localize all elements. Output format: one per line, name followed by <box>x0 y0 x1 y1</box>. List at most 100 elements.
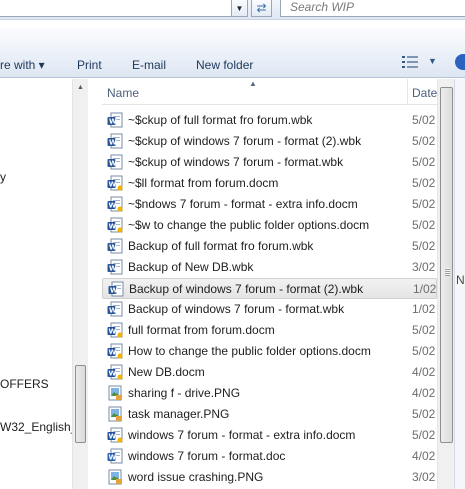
file-name: How to change the public folder options.… <box>128 344 371 358</box>
file-row[interactable]: W ~$ll format from forum.docm 5/02 <box>102 173 437 194</box>
file-row[interactable]: W ~$w to change the public folder options… <box>102 215 437 236</box>
svg-text:W: W <box>109 328 117 336</box>
file-date: 3/02 <box>412 260 436 274</box>
command-bar: re with ▾ Print E-mail New folder <box>0 28 465 78</box>
file-row[interactable]: W New DB.docm 4/02 <box>102 362 437 383</box>
docm-icon: W <box>107 175 123 191</box>
file-date: 5/02 <box>412 344 436 358</box>
svg-text:W: W <box>110 287 118 295</box>
refresh-button[interactable]: ⇄ <box>251 0 272 17</box>
file-name: ~$w to change the public folder options.… <box>128 218 370 232</box>
address-dropdown-button[interactable]: ▼ <box>231 0 248 17</box>
file-row[interactable]: W How to change the public folder options… <box>102 341 437 362</box>
details-view-icon <box>402 56 418 68</box>
file-row[interactable]: Wfull format from forum.docm 5/02 <box>102 320 437 341</box>
help-button[interactable] <box>455 54 465 70</box>
file-date: 5/02 <box>412 197 436 211</box>
email-button[interactable]: E-mail <box>132 56 166 75</box>
column-header: ▲ Name Date <box>102 79 437 105</box>
file-name: windows 7 forum - format.doc <box>128 449 286 463</box>
file-row[interactable]: W Backup of windows 7 forum - format (2).… <box>102 278 437 299</box>
details-pane-text: N <box>456 273 465 287</box>
docm-icon: W <box>107 364 123 380</box>
file-list-scrollbar[interactable] <box>437 79 454 489</box>
svg-text:W: W <box>109 433 117 441</box>
column-header-date[interactable]: Date <box>412 86 437 100</box>
column-divider[interactable] <box>407 79 408 105</box>
new-folder-button[interactable]: New folder <box>196 56 253 75</box>
png-icon <box>107 385 123 401</box>
doc-icon: W <box>107 448 123 464</box>
file-row[interactable]: W Backup of New DB.wbk 3/02 <box>102 257 437 278</box>
svg-text:W: W <box>109 118 117 126</box>
file-name: Backup of windows 7 forum - format (2).w… <box>129 282 364 296</box>
file-row[interactable]: task manager.PNG 5/02 <box>102 404 437 425</box>
file-name: windows 7 forum - format - extra info.do… <box>128 428 356 442</box>
nav-item[interactable]: y <box>0 170 6 184</box>
file-date: 5/02 <box>412 323 436 337</box>
file-row[interactable]: Wwindows 7 forum - format - extra info.d… <box>102 425 437 446</box>
navigation-scrollbar[interactable]: ▲ <box>72 79 88 489</box>
file-name: ~$ckup of full format fro forum.wbk <box>128 113 313 127</box>
file-row[interactable]: W Backup of windows 7 forum - format.wbk 1… <box>102 299 437 320</box>
file-date: 4/02 <box>412 386 436 400</box>
file-date: 5/02 <box>412 239 436 253</box>
details-pane: N <box>454 79 465 489</box>
file-date: 5/02 <box>412 218 436 232</box>
file-date: 1/02 <box>413 282 437 296</box>
file-name: Backup of New DB.wbk <box>128 260 254 274</box>
svg-text:W: W <box>109 349 117 357</box>
file-row[interactable]: W ~$ckup of windows 7 forum - format.wbk 5… <box>102 152 437 173</box>
scroll-up-icon[interactable]: ▲ <box>77 84 84 91</box>
wbk-icon: W <box>107 112 123 128</box>
column-header-name[interactable]: Name <box>107 86 139 100</box>
wbk-icon: W <box>107 301 123 317</box>
docm-icon: W <box>107 343 123 359</box>
svg-text:W: W <box>109 139 117 147</box>
svg-text:W: W <box>109 370 117 378</box>
file-date: 5/02 <box>412 113 436 127</box>
file-name: sharing f - drive.PNG <box>128 386 241 400</box>
file-row[interactable]: W ~$ckup of full format fro forum.wbk 5/02 <box>102 110 437 131</box>
nav-item-offers[interactable]: OFFERS <box>0 377 49 391</box>
file-date: 5/02 <box>412 134 436 148</box>
file-date: 3/02 <box>412 470 436 484</box>
file-date: 1/02 <box>412 302 436 316</box>
svg-text:W: W <box>109 307 117 315</box>
png-icon <box>107 406 123 422</box>
png-icon <box>107 469 123 485</box>
file-row[interactable]: word issue crashing.PNG 3/02 <box>102 467 437 488</box>
file-date: 4/02 <box>412 365 436 379</box>
wbk-icon: W <box>107 154 123 170</box>
file-name: task manager.PNG <box>128 407 230 421</box>
svg-text:W: W <box>109 181 117 189</box>
file-list-scroll-thumb[interactable] <box>440 87 453 443</box>
wbk-icon: W <box>107 259 123 275</box>
file-row[interactable]: sharing f - drive.PNG 4/02 <box>102 383 437 404</box>
change-view-button[interactable]: ▼ <box>402 56 438 72</box>
wbk-icon: W <box>107 238 123 254</box>
address-field[interactable] <box>0 0 232 17</box>
file-name: full format from forum.docm <box>128 323 275 337</box>
share-with-button[interactable]: re with ▾ <box>0 56 45 75</box>
file-row[interactable]: W Backup of full format fro forum.wbk 5/02 <box>102 236 437 257</box>
file-date: 5/02 <box>412 407 436 421</box>
address-bar: ▼ ⇄ Search WIP <box>0 0 465 20</box>
file-date: 4/02 <box>412 449 436 463</box>
refresh-icon: ⇄ <box>256 1 267 15</box>
svg-text:W: W <box>109 160 117 168</box>
docm-icon: W <box>107 196 123 212</box>
file-row[interactable]: W ~$ckup of windows 7 forum - format (2).… <box>102 131 437 152</box>
scroll-grip-icon <box>445 268 450 276</box>
navigation-scroll-thumb[interactable] <box>75 365 86 443</box>
nav-item-w32-english[interactable]: W32_English_1 <box>0 420 72 434</box>
file-row[interactable]: Wwindows 7 forum - format.doc 4/02 <box>102 446 437 467</box>
pane-splitter[interactable] <box>88 79 102 489</box>
file-date: 5/02 <box>412 428 436 442</box>
search-input[interactable]: Search WIP <box>280 0 465 17</box>
print-button[interactable]: Print <box>77 56 102 75</box>
chevron-down-icon: ▼ <box>428 56 437 66</box>
file-row[interactable]: W ~$ndows 7 forum - format - extra info.d… <box>102 194 437 215</box>
docm-icon: W <box>107 217 123 233</box>
wbk-icon: W <box>108 281 124 297</box>
